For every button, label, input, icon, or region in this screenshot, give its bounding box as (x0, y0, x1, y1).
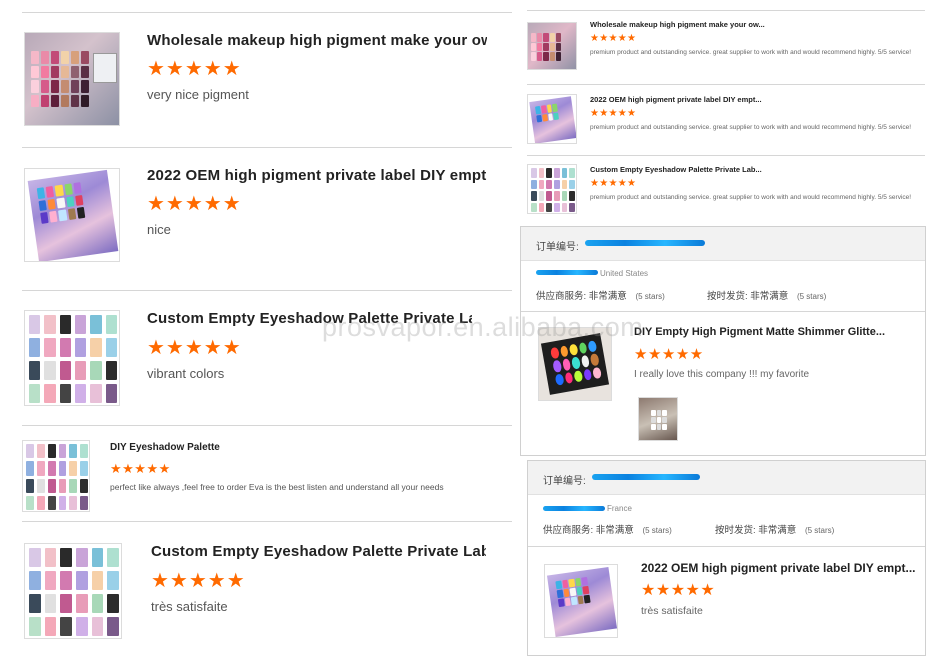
star-rating: ★★★★★ (110, 461, 171, 476)
palette-collection-image[interactable] (22, 440, 90, 512)
pink-eyeshadow-palette-image[interactable] (24, 32, 120, 126)
order-number-label: 订单编号: (536, 242, 579, 253)
watermark-text: prosvapor.en.alibaba.com (322, 312, 644, 342)
star-rating: ★★★★★ (147, 58, 242, 80)
star-rating: ★★★★★ (590, 178, 637, 189)
supplier-service-rating: 供应商服务: 非常满意 (5 stars) (543, 522, 672, 536)
palette-collection-image[interactable] (24, 310, 120, 406)
buyer-country: France (607, 504, 632, 513)
review-product-title[interactable]: DIY Eyeshadow Palette (110, 442, 410, 453)
review-comment: perfect like always ,feel free to order … (110, 482, 444, 492)
review-comment: très satisfaite (641, 605, 703, 617)
supplier-service-stars: (5 stars) (635, 292, 665, 301)
review-comment: très satisfaite (151, 599, 228, 614)
palette-collection-image[interactable] (24, 543, 122, 639)
supplier-service-value: 非常满意 (588, 291, 627, 302)
star-rating: ★★★★★ (147, 193, 242, 215)
review-product-title[interactable]: Wholesale makeup high pigment make your … (147, 32, 487, 49)
divider (22, 290, 512, 291)
star-rating: ★★★★★ (634, 346, 704, 363)
anime-eyeshadow-palette-image[interactable] (24, 168, 120, 262)
star-rating: ★★★★★ (590, 108, 637, 119)
divider (22, 425, 512, 426)
review-comment: premium product and outstanding service.… (590, 194, 912, 201)
on-time-stars: (5 stars) (796, 292, 827, 301)
divider (527, 84, 925, 85)
star-rating: ★★★★★ (590, 33, 637, 44)
divider (528, 546, 925, 547)
on-time-value: 非常满意 (750, 291, 789, 302)
supplier-service-label: 供应商服务: (536, 291, 587, 302)
review-product-title[interactable]: Custom Empty Eyeshadow Palette Private L… (151, 543, 486, 560)
review-comment: I really love this company !!! my favori… (634, 369, 810, 380)
pink-eyeshadow-palette-image[interactable] (527, 22, 577, 70)
on-time-delivery-rating: 按时发货: 非常满意 (5 stars) (707, 288, 826, 302)
review-product-title[interactable]: DIY Empty High Pigment Matte Shimmer Gli… (634, 326, 904, 338)
order-header: 订单编号: (528, 461, 925, 495)
review-comment: premium product and outstanding service.… (590, 124, 912, 131)
review-product-title[interactable]: 2022 OEM high pigment private label DIY … (147, 167, 487, 184)
anime-eyeshadow-palette-image[interactable] (527, 94, 577, 144)
star-rating: ★★★★★ (641, 582, 716, 599)
supplier-service-value: 非常满意 (595, 525, 634, 536)
star-rating: ★★★★★ (151, 570, 246, 592)
redacted-buyer-name (543, 506, 605, 511)
palette-collection-image[interactable] (527, 164, 577, 214)
divider (527, 155, 925, 156)
divider (527, 10, 925, 11)
review-comment: very nice pigment (147, 87, 249, 102)
buyer-country: United States (600, 269, 649, 278)
review-comment: premium product and outstanding service.… (590, 49, 912, 56)
divider (22, 12, 512, 13)
divider (22, 521, 512, 522)
on-time-delivery-rating: 按时发货: 非常满意 (5 stars) (715, 522, 834, 536)
star-rating: ★★★★★ (147, 337, 242, 359)
redacted-order-number (592, 474, 700, 480)
review-product-title[interactable]: Wholesale makeup high pigment make your … (590, 20, 890, 29)
on-time-value: 非常满意 (758, 525, 797, 536)
review-comment: nice (147, 222, 171, 237)
review-comment: vibrant colors (147, 366, 225, 381)
on-time-label: 按时发货: (715, 525, 756, 536)
on-time-label: 按时发货: (707, 291, 748, 302)
order-header: 订单编号: (521, 227, 925, 261)
anime-eyeshadow-palette-image[interactable] (544, 564, 618, 638)
supplier-service-stars: (5 stars) (642, 526, 672, 535)
on-time-stars: (5 stars) (804, 526, 835, 535)
review-photo[interactable] (638, 397, 678, 441)
review-product-title[interactable]: 2022 OEM high pigment private label DIY … (641, 561, 916, 575)
redacted-buyer-name (536, 270, 598, 275)
order-number-label: 订单编号: (543, 476, 586, 487)
divider (22, 147, 512, 148)
supplier-service-label: 供应商服务: (543, 525, 594, 536)
order-review-panel: 订单编号: France 供应商服务: 非常满意 (5 stars) 按时发货:… (527, 460, 926, 656)
redacted-order-number (585, 240, 705, 246)
review-product-title[interactable]: 2022 OEM high pigment private label DIY … (590, 95, 890, 104)
supplier-service-rating: 供应商服务: 非常满意 (5 stars) (536, 288, 665, 302)
review-product-title[interactable]: Custom Empty Eyeshadow Palette Private L… (590, 165, 890, 174)
